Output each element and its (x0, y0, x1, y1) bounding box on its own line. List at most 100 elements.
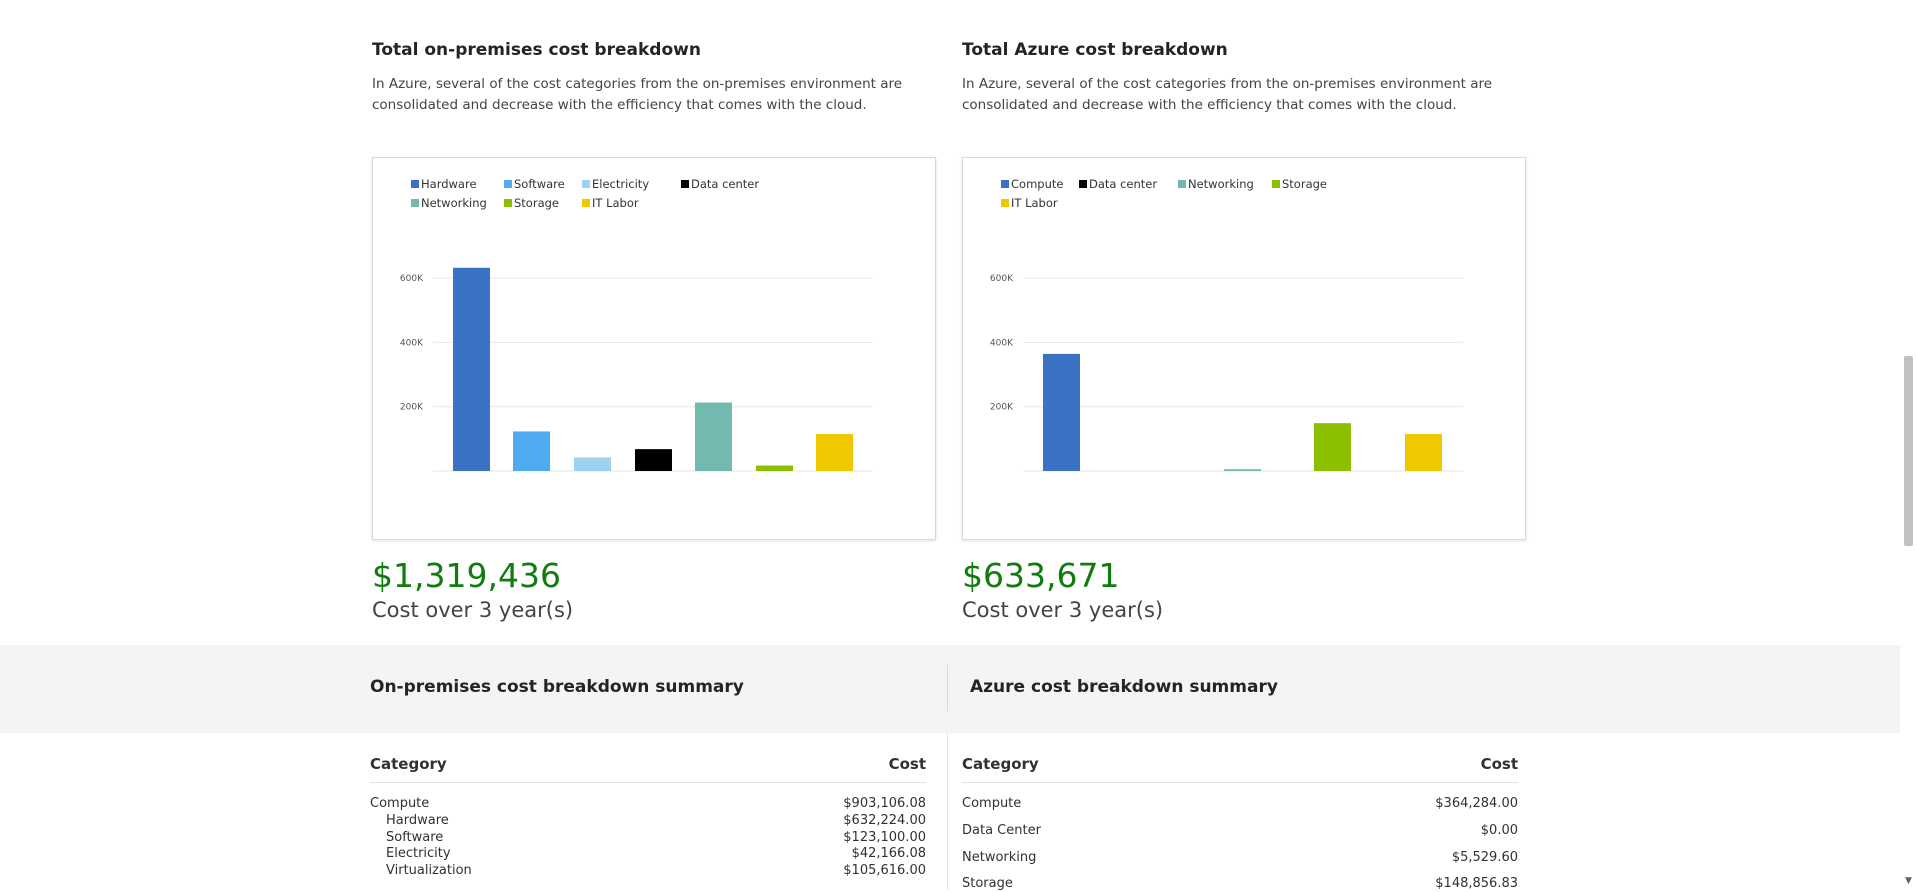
onprem-summary-title: On-premises cost breakdown summary (370, 677, 744, 697)
legend-swatch (1001, 199, 1009, 207)
row-cost: $632,224.00 (843, 813, 926, 828)
legend-swatch (411, 180, 419, 188)
bar-storage[interactable] (756, 465, 793, 471)
row-category: Compute (370, 796, 430, 811)
row-category: Electricity (386, 846, 451, 861)
legend-swatch (582, 180, 590, 188)
row-category: Software (386, 830, 444, 845)
bar-data-center[interactable] (635, 449, 672, 471)
bar-networking[interactable] (1224, 469, 1261, 471)
legend-swatch (582, 199, 590, 207)
azure-chart-card: 200K 400K 600K Compute Data center Networking… (962, 157, 1526, 540)
legend-label: Networking (421, 196, 487, 210)
y-tick-label: 600K (400, 274, 424, 284)
azure-breakdown-description: In Azure, several of the cost categories… (962, 76, 1493, 113)
legend-item-electricity[interactable]: Electricity (582, 177, 649, 191)
legend-label: IT Labor (1011, 196, 1058, 210)
table-divider (947, 733, 948, 890)
legend-item-storage[interactable]: Storage (1272, 177, 1327, 191)
bar-software[interactable] (513, 431, 550, 471)
cost-charts-area: Total on-premises cost breakdown In Azur… (0, 0, 1900, 645)
onprem-bar-chart: 200K 400K 600K Hardware Software Electricity D… (400, 177, 873, 472)
category-header: Category (962, 755, 1039, 773)
legend-label: Storage (514, 196, 559, 210)
bar-hardware[interactable] (453, 267, 490, 471)
row-cost: $148,856.83 (1435, 876, 1518, 891)
table-row: Data Center $0.00 (962, 823, 1518, 839)
bar-compute[interactable] (1043, 353, 1080, 471)
summary-divider (947, 665, 948, 711)
table-header: Category Cost (962, 755, 1518, 783)
y-tick-label: 200K (990, 403, 1014, 413)
table-row: Virtualization $105,616.00 (370, 863, 926, 879)
row-category: Compute (962, 796, 1022, 811)
legend-swatch (411, 199, 419, 207)
legend-swatch (504, 180, 512, 188)
row-category: Hardware (386, 813, 449, 828)
row-cost: $903,106.08 (843, 796, 926, 811)
legend-item-data-center[interactable]: Data center (681, 177, 759, 191)
legend-item-it-labor[interactable]: IT Labor (582, 196, 639, 210)
azure-total-cost: $633,671 (962, 556, 1120, 595)
bar-electricity[interactable] (574, 457, 611, 471)
summary-header-band: On-premises cost breakdown summary Azure… (0, 645, 1900, 733)
onprem-breakdown-title: Total on-premises cost breakdown (372, 40, 701, 60)
azure-summary-title: Azure cost breakdown summary (970, 677, 1278, 697)
summary-tables: Category Cost Compute $903,106.08 Hardwa… (0, 733, 1900, 891)
onprem-breakdown-description: In Azure, several of the cost categories… (372, 76, 903, 113)
legend-item-networking[interactable]: Networking (411, 196, 487, 210)
bar-networking[interactable] (695, 402, 732, 471)
row-category: Virtualization (386, 863, 472, 878)
azure-total-caption: Cost over 3 year(s) (962, 598, 1164, 622)
table-row: Software $123,100.00 (370, 830, 926, 846)
row-cost: $5,529.60 (1451, 850, 1518, 865)
bar-it-labor[interactable] (1405, 434, 1442, 471)
onprem-total-caption: Cost over 3 year(s) (372, 598, 574, 622)
row-cost: $364,284.00 (1435, 796, 1518, 811)
azure-bar-chart: 200K 400K 600K Compute Data center Networking… (990, 177, 1463, 472)
row-cost: $123,100.00 (843, 830, 926, 845)
table-row: Hardware $632,224.00 (370, 813, 926, 829)
legend-item-hardware[interactable]: Hardware (411, 177, 477, 191)
legend-label: Storage (1282, 177, 1327, 191)
legend-item-software[interactable]: Software (504, 177, 565, 191)
legend-swatch (1178, 180, 1186, 188)
azure-breakdown-title: Total Azure cost breakdown (962, 40, 1228, 60)
cost-header: Cost (888, 755, 926, 773)
scrollbar-thumb[interactable] (1904, 356, 1913, 546)
legend-label: Hardware (421, 177, 477, 191)
category-header: Category (370, 755, 447, 773)
row-cost: $0.00 (1480, 823, 1518, 838)
legend-label: Software (514, 177, 565, 191)
y-tick-label: 200K (400, 403, 424, 413)
bar-storage[interactable] (1314, 423, 1351, 471)
table-header: Category Cost (370, 755, 926, 783)
legend-label: Data center (691, 177, 759, 191)
y-tick-label: 400K (400, 338, 424, 348)
y-tick-label: 600K (990, 274, 1014, 284)
row-category: Networking (962, 850, 1037, 865)
row-category: Data Center (962, 823, 1041, 838)
scroll-down-arrow-icon[interactable]: ▼ (1905, 876, 1912, 886)
legend-item-data-center[interactable]: Data center (1079, 177, 1157, 191)
legend-label: Compute (1011, 177, 1063, 191)
onprem-chart-card: 200K 400K 600K Hardware Software Electricity D… (372, 157, 936, 540)
legend-item-networking[interactable]: Networking (1178, 177, 1254, 191)
legend-item-storage[interactable]: Storage (504, 196, 559, 210)
row-cost: $105,616.00 (843, 863, 926, 878)
legend-item-it-labor[interactable]: IT Labor (1001, 196, 1058, 210)
y-tick-label: 400K (990, 338, 1014, 348)
legend-swatch (1272, 180, 1280, 188)
legend-label: Electricity (592, 177, 649, 191)
onprem-total-cost: $1,319,436 (372, 556, 561, 595)
legend-label: Networking (1188, 177, 1254, 191)
bar-it-labor[interactable] (816, 434, 853, 471)
table-row: Compute $903,106.08 (370, 796, 926, 812)
cost-header: Cost (1480, 755, 1518, 773)
legend-label: IT Labor (592, 196, 639, 210)
legend-swatch (504, 199, 512, 207)
legend-swatch (681, 180, 689, 188)
legend-item-compute[interactable]: Compute (1001, 177, 1063, 191)
legend-label: Data center (1089, 177, 1157, 191)
row-cost: $42,166.08 (851, 846, 926, 861)
